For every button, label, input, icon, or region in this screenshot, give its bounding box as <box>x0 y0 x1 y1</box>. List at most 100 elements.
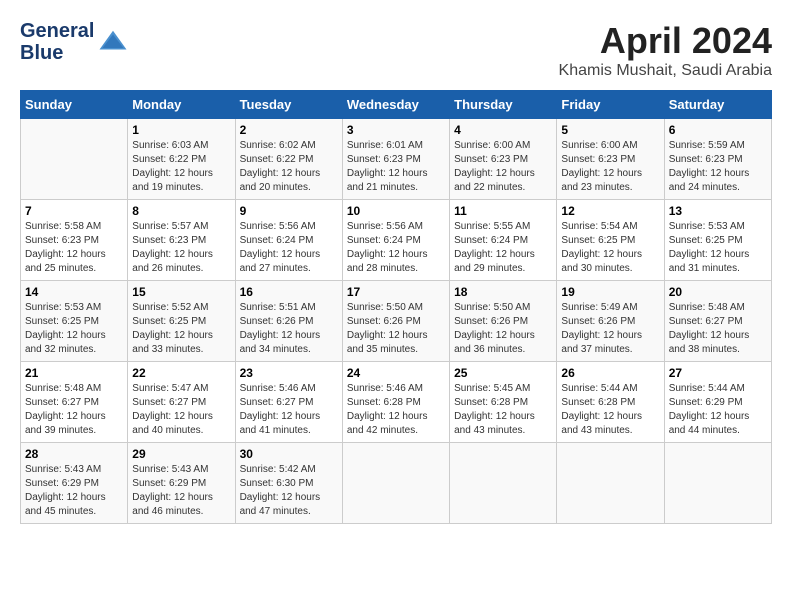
col-thursday: Thursday <box>450 91 557 119</box>
location-subtitle: Khamis Mushait, Saudi Arabia <box>559 62 772 80</box>
day-number: 27 <box>669 366 767 380</box>
table-row: 8 Sunrise: 5:57 AMSunset: 6:23 PMDaylight… <box>128 200 235 281</box>
day-number: 8 <box>132 204 230 218</box>
day-info: Sunrise: 5:52 AMSunset: 6:25 PMDaylight:… <box>132 301 230 357</box>
table-row: 26Sunrise: 5:44 AMSunset: 6:28 PMDayligh… <box>557 362 664 443</box>
table-row: 16 Sunrise: 5:51 AMSunset: 6:26 PMDayligh… <box>235 281 342 362</box>
day-info: Sunrise: 5:44 AMSunset: 6:29 PMDaylight:… <box>669 382 767 438</box>
day-info: Sunrise: 6:00 AMSunset: 6:23 PMDaylight:… <box>561 139 659 195</box>
table-row: 17Sunrise: 5:50 AMSunset: 6:26 PMDayligh… <box>342 281 449 362</box>
day-number: 26 <box>561 366 659 380</box>
table-row: 29Sunrise: 5:43 AMSunset: 6:29 PMDayligh… <box>128 443 235 524</box>
day-number: 21 <box>25 366 123 380</box>
day-number: 23 <box>240 366 338 380</box>
day-number: 28 <box>25 447 123 461</box>
day-info: Sunrise: 6:02 AMSunset: 6:22 PMDaylight:… <box>240 139 338 195</box>
day-info: Sunrise: 5:45 AMSunset: 6:28 PMDaylight:… <box>454 382 552 438</box>
col-sunday: Sunday <box>21 91 128 119</box>
day-info: Sunrise: 5:50 AMSunset: 6:26 PMDaylight:… <box>454 301 552 357</box>
day-info: Sunrise: 5:48 AMSunset: 6:27 PMDaylight:… <box>669 301 767 357</box>
table-row <box>342 443 449 524</box>
day-info: Sunrise: 6:01 AMSunset: 6:23 PMDaylight:… <box>347 139 445 195</box>
day-number: 4 <box>454 123 552 137</box>
logo: General Blue <box>20 20 128 64</box>
day-number: 1 <box>132 123 230 137</box>
day-info: Sunrise: 6:03 AMSunset: 6:22 PMDaylight:… <box>132 139 230 195</box>
day-info: Sunrise: 5:57 AMSunset: 6:23 PMDaylight:… <box>132 220 230 276</box>
col-saturday: Saturday <box>664 91 771 119</box>
day-number: 12 <box>561 204 659 218</box>
day-info: Sunrise: 5:56 AMSunset: 6:24 PMDaylight:… <box>347 220 445 276</box>
table-row: 18 Sunrise: 5:50 AMSunset: 6:26 PMDayligh… <box>450 281 557 362</box>
day-info: Sunrise: 5:46 AMSunset: 6:28 PMDaylight:… <box>347 382 445 438</box>
table-row: 2 Sunrise: 6:02 AMSunset: 6:22 PMDaylight… <box>235 119 342 200</box>
day-info: Sunrise: 5:59 AMSunset: 6:23 PMDaylight:… <box>669 139 767 195</box>
col-friday: Friday <box>557 91 664 119</box>
day-number: 2 <box>240 123 338 137</box>
table-row: 27 Sunrise: 5:44 AMSunset: 6:29 PMDayligh… <box>664 362 771 443</box>
day-number: 17 <box>347 285 445 299</box>
day-info: Sunrise: 5:56 AMSunset: 6:24 PMDaylight:… <box>240 220 338 276</box>
table-row: 10 Sunrise: 5:56 AMSunset: 6:24 PMDayligh… <box>342 200 449 281</box>
table-row: 15 Sunrise: 5:52 AMSunset: 6:25 PMDayligh… <box>128 281 235 362</box>
day-number: 10 <box>347 204 445 218</box>
table-row <box>450 443 557 524</box>
day-info: Sunrise: 5:47 AMSunset: 6:27 PMDaylight:… <box>132 382 230 438</box>
table-row: 1 Sunrise: 6:03 AMSunset: 6:22 PMDaylight… <box>128 119 235 200</box>
day-number: 18 <box>454 285 552 299</box>
table-row: 13Sunrise: 5:53 AMSunset: 6:25 PMDayligh… <box>664 200 771 281</box>
table-row: 9 Sunrise: 5:56 AMSunset: 6:24 PMDaylight… <box>235 200 342 281</box>
table-row: 12Sunrise: 5:54 AMSunset: 6:25 PMDayligh… <box>557 200 664 281</box>
table-row: 7 Sunrise: 5:58 AMSunset: 6:23 PMDaylight… <box>21 200 128 281</box>
day-info: Sunrise: 5:43 AMSunset: 6:29 PMDaylight:… <box>132 463 230 519</box>
table-row <box>21 119 128 200</box>
calendar-week-row: 28 Sunrise: 5:43 AMSunset: 6:29 PMDayligh… <box>21 443 772 524</box>
calendar-table: Sunday Monday Tuesday Wednesday Thursday… <box>20 90 772 524</box>
calendar-header-row: Sunday Monday Tuesday Wednesday Thursday… <box>21 91 772 119</box>
day-info: Sunrise: 5:46 AMSunset: 6:27 PMDaylight:… <box>240 382 338 438</box>
day-number: 15 <box>132 285 230 299</box>
day-info: Sunrise: 5:43 AMSunset: 6:29 PMDaylight:… <box>25 463 123 519</box>
day-number: 24 <box>347 366 445 380</box>
month-year-title: April 2024 <box>559 20 772 62</box>
day-info: Sunrise: 5:49 AMSunset: 6:26 PMDaylight:… <box>561 301 659 357</box>
day-info: Sunrise: 5:58 AMSunset: 6:23 PMDaylight:… <box>25 220 123 276</box>
table-row: 6 Sunrise: 5:59 AMSunset: 6:23 PMDaylight… <box>664 119 771 200</box>
day-number: 9 <box>240 204 338 218</box>
table-row: 11Sunrise: 5:55 AMSunset: 6:24 PMDayligh… <box>450 200 557 281</box>
calendar-week-row: 1 Sunrise: 6:03 AMSunset: 6:22 PMDaylight… <box>21 119 772 200</box>
day-number: 25 <box>454 366 552 380</box>
day-number: 6 <box>669 123 767 137</box>
day-info: Sunrise: 5:42 AMSunset: 6:30 PMDaylight:… <box>240 463 338 519</box>
day-number: 13 <box>669 204 767 218</box>
calendar-week-row: 21 Sunrise: 5:48 AMSunset: 6:27 PMDayligh… <box>21 362 772 443</box>
col-tuesday: Tuesday <box>235 91 342 119</box>
table-row: 5 Sunrise: 6:00 AMSunset: 6:23 PMDaylight… <box>557 119 664 200</box>
day-number: 22 <box>132 366 230 380</box>
calendar-week-row: 14Sunrise: 5:53 AMSunset: 6:25 PMDayligh… <box>21 281 772 362</box>
table-row: 21 Sunrise: 5:48 AMSunset: 6:27 PMDayligh… <box>21 362 128 443</box>
day-number: 7 <box>25 204 123 218</box>
day-info: Sunrise: 5:48 AMSunset: 6:27 PMDaylight:… <box>25 382 123 438</box>
table-row: 24 Sunrise: 5:46 AMSunset: 6:28 PMDayligh… <box>342 362 449 443</box>
table-row: 28 Sunrise: 5:43 AMSunset: 6:29 PMDayligh… <box>21 443 128 524</box>
day-number: 3 <box>347 123 445 137</box>
table-row: 20 Sunrise: 5:48 AMSunset: 6:27 PMDayligh… <box>664 281 771 362</box>
day-number: 20 <box>669 285 767 299</box>
table-row: 4 Sunrise: 6:00 AMSunset: 6:23 PMDaylight… <box>450 119 557 200</box>
table-row: 14Sunrise: 5:53 AMSunset: 6:25 PMDayligh… <box>21 281 128 362</box>
col-wednesday: Wednesday <box>342 91 449 119</box>
col-monday: Monday <box>128 91 235 119</box>
day-info: Sunrise: 6:00 AMSunset: 6:23 PMDaylight:… <box>454 139 552 195</box>
table-row: 25 Sunrise: 5:45 AMSunset: 6:28 PMDayligh… <box>450 362 557 443</box>
day-number: 5 <box>561 123 659 137</box>
day-number: 30 <box>240 447 338 461</box>
table-row <box>557 443 664 524</box>
day-info: Sunrise: 5:51 AMSunset: 6:26 PMDaylight:… <box>240 301 338 357</box>
day-number: 19 <box>561 285 659 299</box>
day-number: 14 <box>25 285 123 299</box>
day-number: 16 <box>240 285 338 299</box>
table-row: 23 Sunrise: 5:46 AMSunset: 6:27 PMDayligh… <box>235 362 342 443</box>
page-header: General Blue April 2024 Khamis Mushait, … <box>20 20 772 80</box>
logo-icon <box>98 27 128 57</box>
